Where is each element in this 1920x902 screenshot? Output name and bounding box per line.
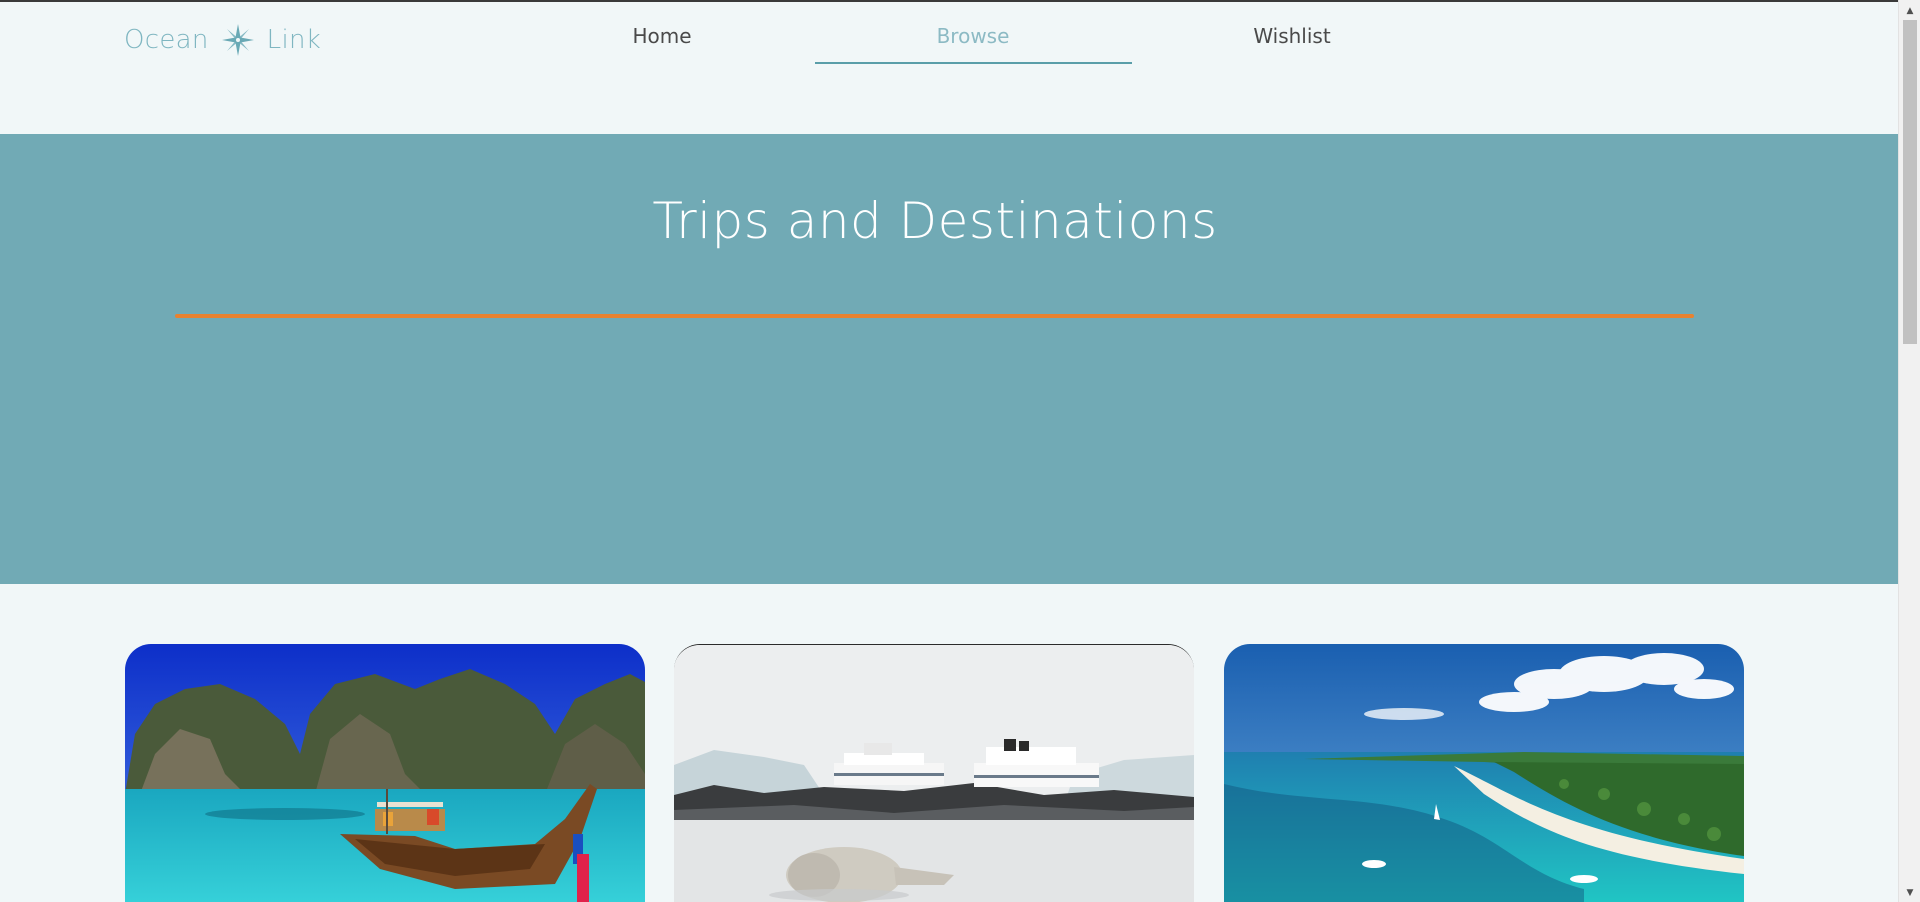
destination-image-caribbean-beach xyxy=(1224,644,1744,902)
title-divider xyxy=(175,314,1694,318)
nav-active-underline xyxy=(815,62,1132,64)
nav-browse-link[interactable]: Browse xyxy=(815,24,1131,64)
scroll-thumb[interactable] xyxy=(1903,20,1917,344)
destination-card-antarctic[interactable] xyxy=(674,644,1194,902)
scroll-down-arrow-icon[interactable]: ▼ xyxy=(1899,884,1920,902)
destination-image-tropical-cliffs xyxy=(125,644,645,902)
nav-wishlist-link[interactable]: Wishlist xyxy=(1240,24,1344,64)
brand-name-left: Ocean xyxy=(124,25,209,55)
scroll-up-arrow-icon[interactable]: ▲ xyxy=(1899,2,1920,20)
compass-rose-icon xyxy=(221,24,254,56)
page-scrollbar[interactable]: ▲ ▼ xyxy=(1898,0,1920,902)
destination-card-caribbean[interactable] xyxy=(1224,644,1744,902)
site-header: Ocean Link Home Browse Wishlist xyxy=(0,2,1898,133)
brand-logo[interactable]: Ocean Link xyxy=(124,22,321,58)
destination-image-antarctic-cruise xyxy=(674,645,1194,902)
nav-home-link[interactable]: Home xyxy=(610,24,714,64)
page-title: Trips and Destinations xyxy=(652,192,1218,250)
destination-card-tropical[interactable] xyxy=(125,644,645,902)
brand-name-right: Link xyxy=(266,25,322,55)
hero-banner: Trips and Destinations xyxy=(0,134,1898,584)
